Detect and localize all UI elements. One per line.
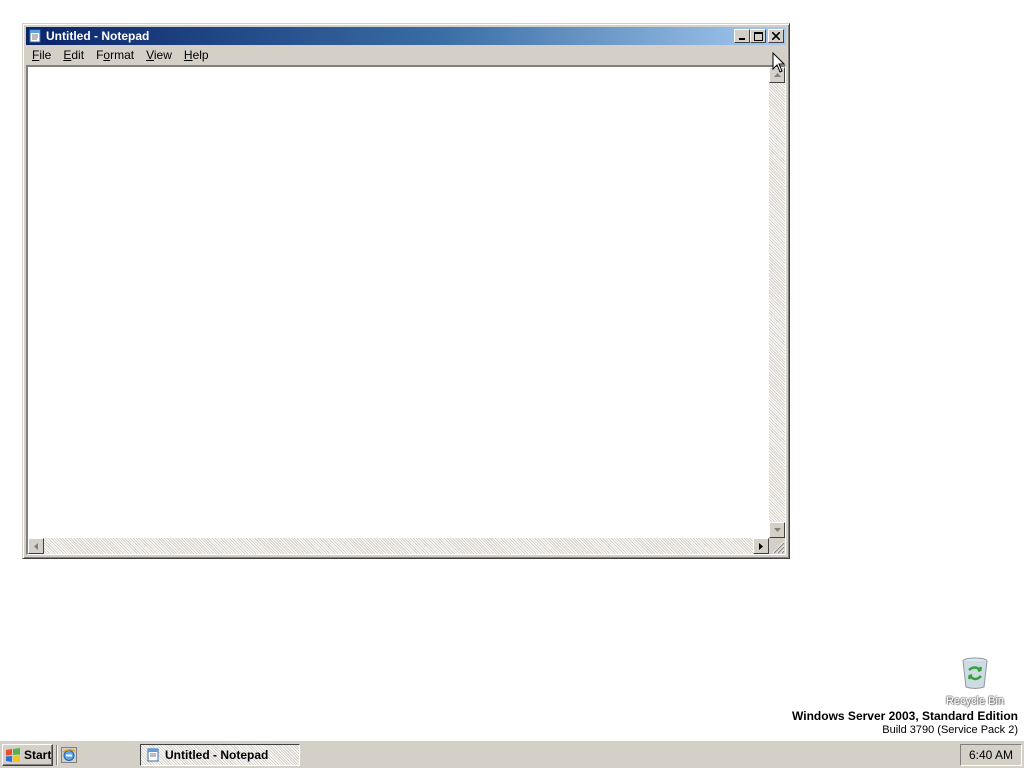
os-build: Build 3790 (Service Pack 2) bbox=[882, 724, 1018, 736]
menu-format[interactable]: Format bbox=[90, 46, 140, 65]
recycle-bin-icon bbox=[962, 657, 988, 689]
start-button[interactable]: Start bbox=[2, 744, 53, 766]
notepad-icon[interactable] bbox=[28, 29, 42, 43]
internet-explorer-icon[interactable] bbox=[61, 747, 77, 763]
scroll-left-button[interactable] bbox=[28, 538, 44, 554]
scroll-right-button[interactable] bbox=[753, 538, 769, 554]
recycle-bin-label: Recycle Bin bbox=[945, 695, 1005, 707]
taskbar-button-label: Untitled - Notepad bbox=[165, 748, 269, 762]
recycle-bin[interactable]: Recycle Bin bbox=[944, 656, 1006, 707]
menu-edit[interactable]: Edit bbox=[57, 46, 90, 65]
os-watermark: Windows Server 2003, Standard Edition Bu… bbox=[792, 709, 1018, 737]
close-button[interactable] bbox=[768, 29, 784, 43]
arrow-down-icon bbox=[773, 528, 781, 532]
title-bar[interactable]: Untitled - Notepad bbox=[26, 27, 786, 45]
arrow-left-icon bbox=[34, 542, 38, 550]
minimize-icon bbox=[739, 38, 745, 40]
mouse-cursor-icon bbox=[772, 52, 786, 73]
windows-flag-icon bbox=[5, 747, 21, 763]
menu-bar: File Edit Format View Help bbox=[26, 46, 786, 65]
notepad-icon bbox=[146, 748, 160, 762]
arrow-right-icon bbox=[759, 542, 763, 550]
menu-view[interactable]: View bbox=[140, 46, 178, 65]
quicklaunch-separator bbox=[56, 745, 58, 765]
resize-grip-icon bbox=[772, 541, 785, 554]
menu-help[interactable]: Help bbox=[178, 46, 215, 65]
taskbar: Start Untitled - Notepad 6:40 AM bbox=[0, 740, 1024, 768]
system-tray-clock[interactable]: 6:40 AM bbox=[960, 744, 1022, 766]
scroll-down-button[interactable] bbox=[769, 522, 785, 538]
resize-grip[interactable] bbox=[769, 538, 785, 554]
close-icon bbox=[772, 32, 780, 40]
maximize-icon bbox=[753, 31, 763, 41]
window-title: Untitled - Notepad bbox=[46, 29, 150, 43]
maximize-button[interactable] bbox=[750, 29, 766, 43]
clock: 6:40 AM bbox=[968, 748, 1014, 762]
text-editor[interactable] bbox=[28, 67, 769, 538]
horizontal-scrollbar[interactable] bbox=[28, 538, 769, 554]
minimize-button[interactable] bbox=[734, 29, 750, 43]
start-label: Start bbox=[24, 748, 52, 762]
editor-frame bbox=[26, 65, 786, 555]
taskbar-button-notepad[interactable]: Untitled - Notepad bbox=[140, 744, 300, 766]
os-name: Windows Server 2003, Standard Edition bbox=[792, 709, 1018, 723]
notepad-window[interactable]: Untitled - Notepad File Edit Format View… bbox=[22, 23, 790, 559]
vertical-scrollbar[interactable] bbox=[769, 67, 785, 538]
menu-file[interactable]: File bbox=[26, 46, 57, 65]
